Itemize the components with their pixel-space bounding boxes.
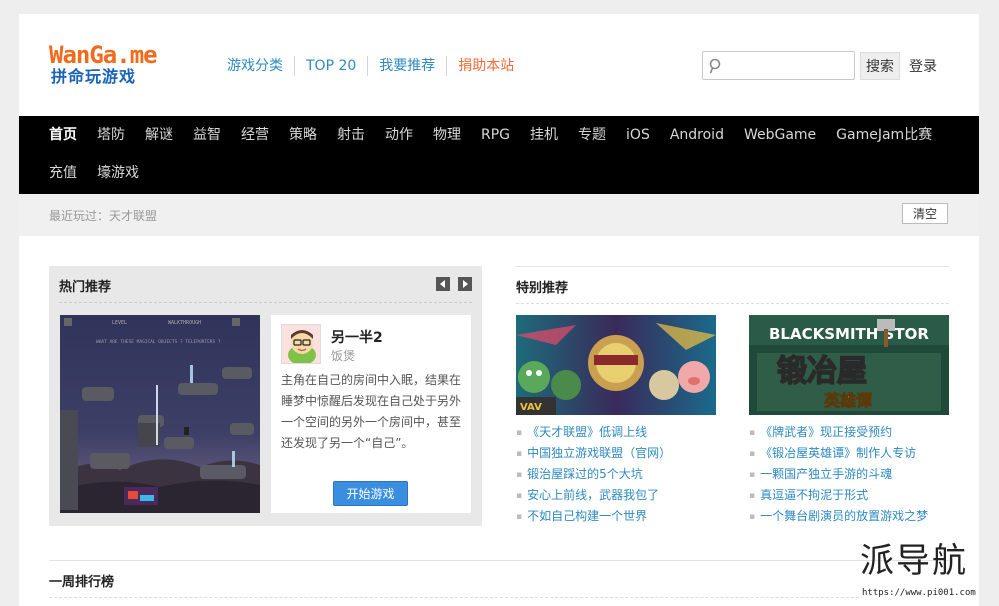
special-links-left: 《天才联盟》低调上线 中国独立游戏联盟（官网） 锻治屋踩过的5个大坑 安心上前线…	[516, 422, 671, 527]
search-box	[702, 51, 855, 80]
special-banner-right[interactable]: BLACKSMITH STOR 锻冶屋 英雄谭	[749, 315, 949, 415]
topnav-donate[interactable]: 捐助本站	[446, 56, 525, 76]
next-arrow-icon[interactable]	[458, 277, 472, 291]
nav-item-idle[interactable]: 挂机	[520, 125, 568, 163]
nav-item-action[interactable]: 动作	[375, 125, 423, 163]
login-link[interactable]: 登录	[909, 56, 937, 76]
list-item[interactable]: 中国独立游戏联盟（官网）	[516, 443, 671, 464]
topnav-recommend[interactable]: 我要推荐	[367, 56, 446, 76]
recent-label: 最近玩过：	[49, 209, 110, 223]
nav-item-tower-defense[interactable]: 塔防	[87, 125, 135, 163]
search-icon	[709, 58, 721, 74]
topnav-top20[interactable]: TOP 20	[294, 56, 367, 76]
nav-item-ios[interactable]: iOS	[616, 125, 660, 163]
nav-item-puzzle[interactable]: 解谜	[135, 125, 183, 163]
nav-item-webgame[interactable]: WebGame	[734, 125, 826, 163]
nav-item-rpg[interactable]: RPG	[471, 125, 520, 163]
list-item[interactable]: 不如自己构建一个世界	[516, 506, 671, 527]
list-item[interactable]: 《牌武者》现正接受预约	[749, 422, 928, 443]
special-links-right: 《牌武者》现正接受预约 《锻冶屋英雄谭》制作人专访 一颗国产独立手游的斗魂 真逗…	[749, 422, 928, 527]
special-banner-right-art: BLACKSMITH STOR 锻冶屋 英雄谭	[749, 315, 949, 415]
topnav-categories[interactable]: 游戏分类	[217, 56, 294, 76]
game-avatar[interactable]	[281, 324, 321, 364]
main-nav: 首页 塔防 解谜 益智 经营 策略 射击 动作 物理 RPG 挂机 专题 iOS…	[19, 116, 979, 194]
special-top-border	[516, 266, 949, 267]
nav-item-topics[interactable]: 专题	[568, 125, 616, 163]
play-game-button[interactable]: 开始游戏	[333, 481, 408, 506]
recent-bar: 最近玩过：天才联盟 清空	[19, 194, 979, 236]
site-logo[interactable]: WanGa.me 拼命玩游戏	[49, 42, 194, 90]
nav-item-android[interactable]: Android	[660, 125, 734, 163]
banner-cn-title: 锻冶屋	[777, 354, 867, 389]
page: WanGa.me 拼命玩游戏 游戏分类 TOP 20 我要推荐 捐助本站 搜索 …	[19, 14, 979, 606]
logo-english: WanGa.me	[49, 41, 158, 69]
special-banner-left[interactable]: VAV	[516, 315, 716, 415]
list-item[interactable]: 安心上前线，武器我包了	[516, 485, 671, 506]
divider	[49, 597, 949, 598]
list-item[interactable]: 一个舞台剧演员的放置游戏之梦	[749, 506, 928, 527]
divider	[516, 303, 949, 304]
carousel-arrows	[436, 277, 472, 291]
recent-game-link[interactable]: 天才联盟	[109, 209, 157, 223]
weekly-ranking-title: 一周排行榜	[49, 575, 115, 590]
watermark-text: 派导航	[860, 541, 968, 581]
screenshot-level-text: LEVEL	[112, 320, 127, 326]
screenshot-walkthrough-text: WALKTHROUGH	[168, 320, 201, 326]
game-screenshot-art: LEVEL WALKTHROUGH WHAT ARE THESE MAGICAL…	[60, 315, 260, 513]
weekly-top-border	[49, 560, 949, 561]
nav-item-home[interactable]: 首页	[39, 125, 87, 163]
banner-en-title: BLACKSMITH STOR	[769, 325, 929, 343]
divider	[59, 302, 472, 303]
game-title[interactable]: 另一半2	[331, 327, 383, 347]
top-nav: 游戏分类 TOP 20 我要推荐 捐助本站	[217, 55, 525, 77]
game-description: 主角在自己的房间中入眠，结果在睡梦中惊醒后发现在自己处于另外一个空间的另外一个房…	[281, 373, 462, 450]
game-avatar-art	[282, 325, 320, 363]
prev-arrow-icon[interactable]	[436, 277, 450, 291]
list-item[interactable]: 《天才联盟》低调上线	[516, 422, 671, 443]
search-input[interactable]	[729, 52, 849, 78]
watermark-url: https://www.pi001.com	[862, 587, 976, 599]
special-banner-left-art: VAV	[516, 315, 716, 415]
nav-item-brain[interactable]: 益智	[183, 125, 231, 163]
screenshot-hint-text: WHAT ARE THESE MAGICAL OBJECTS ? TELEPOR…	[96, 339, 221, 345]
list-item[interactable]: 一颗国产独立手游的斗魂	[749, 464, 928, 485]
nav-item-physics[interactable]: 物理	[423, 125, 471, 163]
nav-item-shooting[interactable]: 射击	[327, 125, 375, 163]
list-item[interactable]: 真逗逼不拘泥于形式	[749, 485, 928, 506]
list-item[interactable]: 锻治屋踩过的5个大坑	[516, 464, 671, 485]
recent-played: 最近玩过：天才联盟	[49, 207, 157, 224]
search-button[interactable]: 搜索	[860, 52, 900, 80]
list-item[interactable]: 《锻冶屋英雄谭》制作人专访	[749, 443, 928, 464]
game-author: 饭煲	[331, 349, 356, 363]
hot-recommend-panel: 热门推荐 LEVEL WALKTHROUGH WHAT ARE THESE MA…	[49, 266, 482, 526]
clear-button[interactable]: 清空	[902, 203, 948, 224]
svg-text:VAV: VAV	[520, 402, 542, 413]
banner-cn-subtitle: 英雄谭	[823, 391, 872, 410]
nav-item-management[interactable]: 经营	[231, 125, 279, 163]
hot-recommend-title: 热门推荐	[59, 280, 112, 295]
watermark: 派导航 https://www.pi001.com	[860, 541, 995, 603]
special-recommend-title: 特别推荐	[516, 281, 569, 296]
nav-item-strategy[interactable]: 策略	[279, 125, 327, 163]
logo-chinese: 拼命玩游戏	[51, 67, 137, 86]
game-info-card: 另一半2 饭煲 主角在自己的房间中入眠，结果在睡梦中惊醒后发现在自己处于另外一个…	[271, 315, 471, 513]
game-screenshot[interactable]: LEVEL WALKTHROUGH WHAT ARE THESE MAGICAL…	[60, 315, 260, 513]
nav-item-gamejam[interactable]: GameJam比赛	[826, 125, 942, 163]
